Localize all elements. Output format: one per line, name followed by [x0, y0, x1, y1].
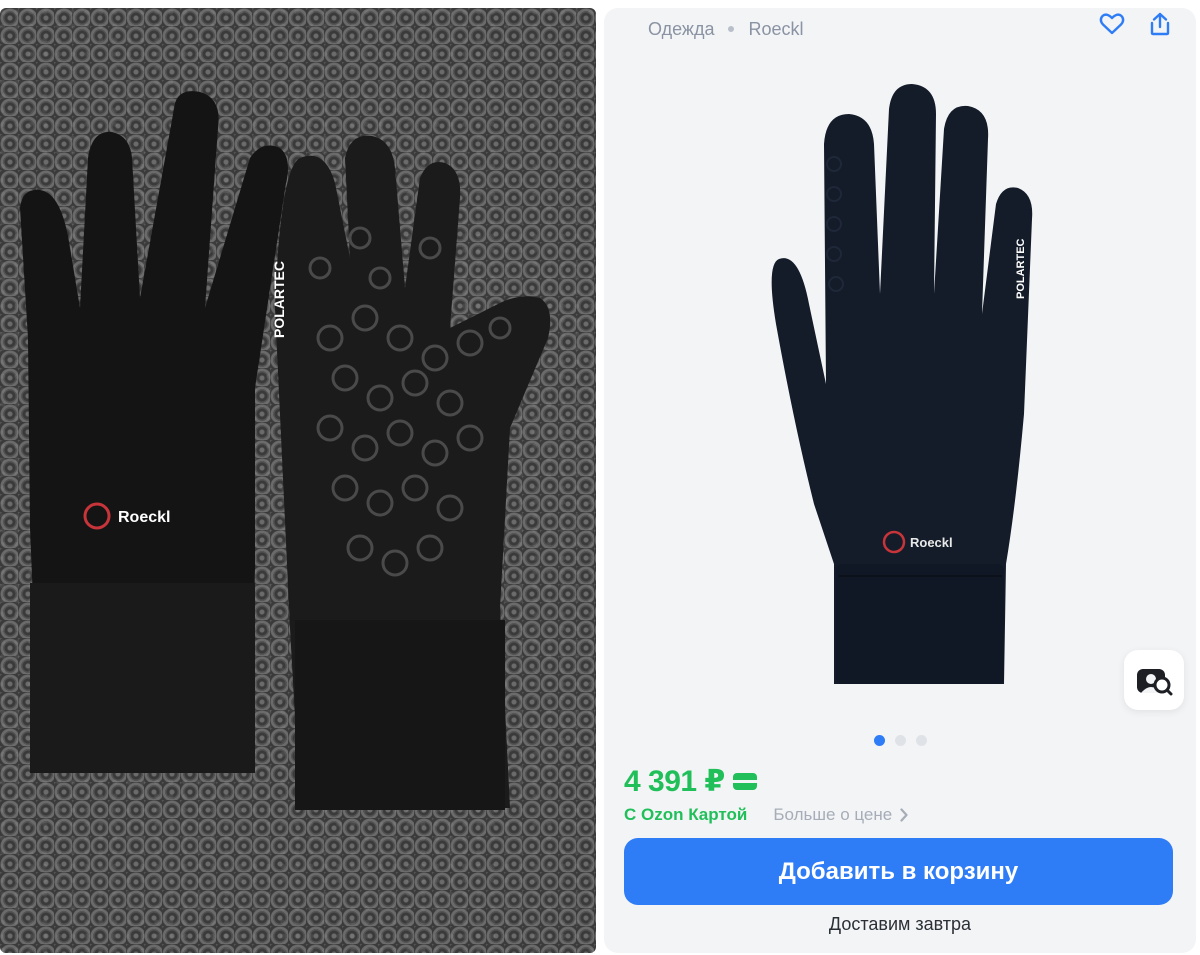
customer-photo: Roeckl POLARTEC: [0, 8, 596, 953]
gallery-dot-2[interactable]: [894, 735, 906, 746]
left-logo-text: Roeckl: [118, 509, 170, 526]
left-glove-cuff: [30, 583, 255, 773]
heart-icon: [1099, 13, 1125, 35]
share-icon: [1150, 12, 1170, 36]
gloves-photo-illustration: Roeckl POLARTEC: [20, 91, 551, 810]
price-info-row: С Ozon Картой Больше о цене: [624, 805, 908, 825]
chevron-right-icon: [900, 808, 908, 822]
gallery-dot-3[interactable]: [915, 735, 927, 746]
breadcrumb-brand[interactable]: Roeckl: [748, 19, 803, 40]
ozon-card-icon: [732, 773, 757, 790]
visual-search-button[interactable]: [1124, 650, 1184, 710]
more-price-link[interactable]: Больше о цене: [773, 805, 908, 825]
product-card: Одежда Roeckl Roeckl POLARTEC 4 391 ₽ С …: [604, 8, 1196, 953]
delivery-info: Доставим завтра: [828, 914, 972, 934]
fabric-brand-text: POLARTEC: [271, 261, 287, 338]
gallery-dot-1[interactable]: [873, 735, 885, 746]
share-button[interactable]: [1146, 10, 1174, 38]
price-row: 4 391 ₽: [624, 764, 757, 799]
breadcrumb: Одежда Roeckl: [648, 14, 804, 44]
more-price-label: Больше о цене: [773, 805, 893, 824]
add-to-cart-button[interactable]: Добавить в корзину: [624, 838, 1173, 905]
product-logo-text: Roeckl: [910, 535, 953, 550]
breadcrumb-category[interactable]: Одежда: [648, 19, 714, 40]
ozon-card-note: С Ozon Картой: [624, 805, 748, 824]
favorite-button[interactable]: [1098, 10, 1126, 38]
product-image[interactable]: Roeckl POLARTEC: [754, 84, 1044, 704]
visual-search-icon: [1137, 669, 1173, 696]
breadcrumb-separator: [728, 26, 735, 32]
right-glove-cuff: [295, 620, 505, 810]
price: 4 391 ₽: [624, 765, 725, 798]
product-glove-cuff: [836, 564, 1004, 684]
gallery-pagination: [604, 735, 1196, 746]
card-actions: [1098, 10, 1174, 38]
product-fabric-text: POLARTEC: [1015, 238, 1027, 299]
